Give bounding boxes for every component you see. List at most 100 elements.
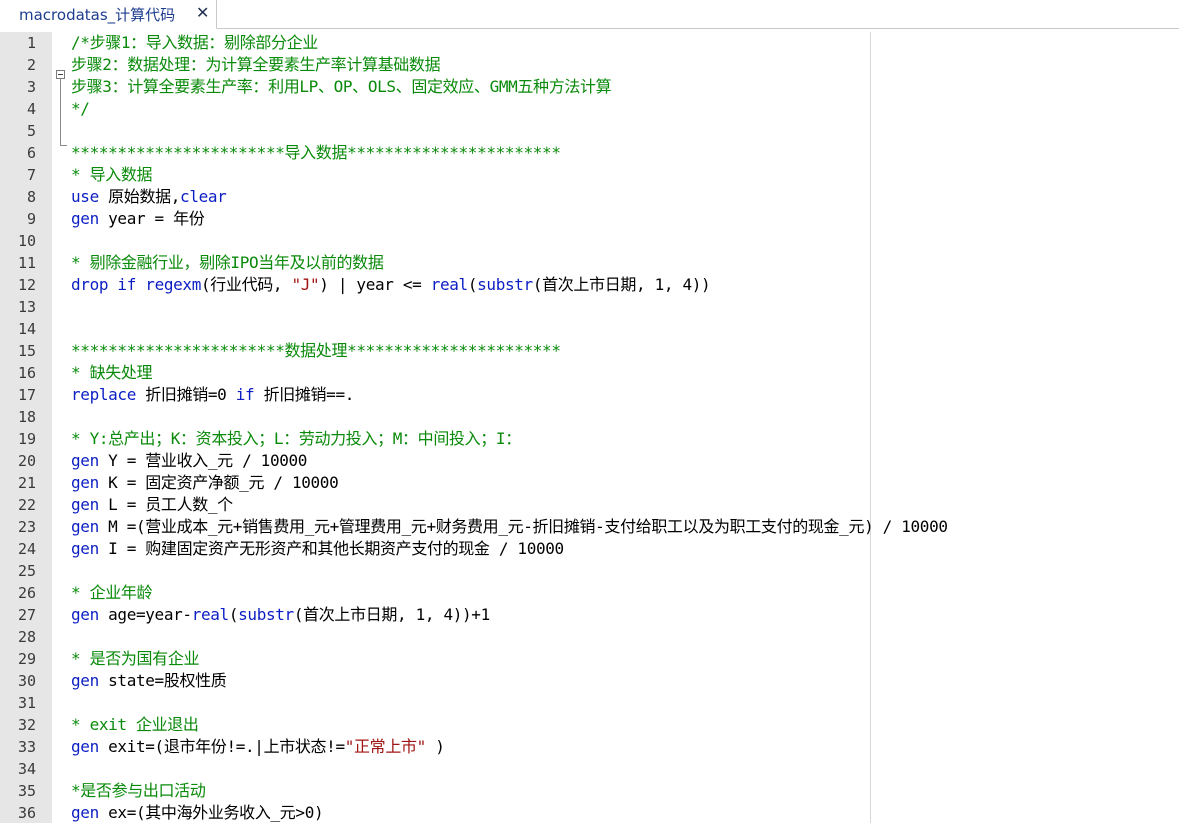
code-token-func: real [430, 275, 468, 294]
line-number: 28 [17, 628, 36, 646]
line-number: 26 [17, 584, 36, 602]
code-token-plain: I = 购建固定资产无形资产和其他长期资产支付的现金 / 10000 [98, 539, 564, 558]
code-line[interactable]: 16 * 缺失处理 [0, 362, 1179, 384]
code-line[interactable]: 29 * 是否为国有企业 [0, 648, 1179, 670]
code-line[interactable]: 22 gen L = 员工人数_个 [0, 494, 1179, 516]
code-line[interactable]: 8 use 原始数据,clear [0, 186, 1179, 208]
code-line[interactable]: 7 * 导入数据 [0, 164, 1179, 186]
code-line[interactable]: 11 * 剔除金融行业，剔除IPO当年及以前的数据 [0, 252, 1179, 274]
code-line[interactable]: 5 [0, 120, 1179, 142]
code-token-plain: age=year- [98, 605, 192, 624]
code-line[interactable]: 20 gen Y = 营业收入_元 / 10000 [0, 450, 1179, 472]
code-text[interactable]: *是否参与出口活动 [71, 782, 206, 800]
code-line[interactable]: 2 步骤2：数据处理：为计算全要素生产率计算基础数据 [0, 54, 1179, 76]
code-text[interactable]: gen Y = 营业收入_元 / 10000 [71, 452, 307, 470]
code-line[interactable]: 34 [0, 758, 1179, 780]
code-editor[interactable]: 1 /*步骤1：导入数据：剔除部分企业 2 步骤2：数据处理：为计算全要素生产率计算基… [0, 32, 1179, 823]
code-token-plain: year = 年份 [98, 209, 205, 228]
code-line[interactable]: 13 [0, 296, 1179, 318]
code-text[interactable]: ***********************数据处理*************… [71, 342, 561, 360]
code-line[interactable]: 12 drop if regexm(行业代码, "J") | year <= re… [0, 274, 1179, 296]
code-text[interactable]: 步骤2：数据处理：为计算全要素生产率计算基础数据 [71, 56, 441, 74]
code-text[interactable]: * 导入数据 [71, 166, 153, 184]
code-token-plain: 折旧摊销==. [254, 385, 355, 404]
tab-title[interactable]: macrodatas_计算代码 [19, 4, 175, 25]
code-token-plain: exit=(退市年份!=.|上市状态!= [98, 737, 345, 756]
line-number: 31 [17, 694, 36, 712]
code-text[interactable]: gen L = 员工人数_个 [71, 496, 233, 514]
code-line[interactable]: 19 * Y:总产出；K：资本投入；L：劳动力投入；M：中间投入；I： [0, 428, 1179, 450]
code-line[interactable]: 26 * 企业年龄 [0, 582, 1179, 604]
code-text[interactable]: use 原始数据,clear [71, 187, 227, 206]
code-text[interactable]: * 是否为国有企业 [71, 650, 199, 668]
line-number: 6 [26, 144, 36, 162]
code-token-comment: 步骤3：计算全要素生产率：利用LP、OP、OLS、固定效应、GMM五种方法计算 [71, 77, 612, 96]
code-line[interactable]: 35 *是否参与出口活动 [0, 780, 1179, 802]
code-token-plain: L = 员工人数_个 [98, 495, 233, 514]
code-token-comment: * exit 企业退出 [71, 715, 199, 734]
code-text[interactable]: 步骤3：计算全要素生产率：利用LP、OP、OLS、固定效应、GMM五种方法计算 [71, 77, 612, 96]
code-line[interactable]: 28 [0, 626, 1179, 648]
line-number: 4 [26, 100, 36, 118]
code-text[interactable]: gen exit=(退市年份!=.|上市状态!="正常上市" ) [71, 738, 445, 756]
code-line[interactable]: 1 /*步骤1：导入数据：剔除部分企业 [0, 32, 1179, 54]
code-line[interactable]: 4 */ [0, 98, 1179, 120]
code-text[interactable]: * Y:总产出；K：资本投入；L：劳动力投入；M：中间投入；I： [71, 430, 521, 448]
line-number: 1 [26, 34, 36, 52]
code-line[interactable]: 23 gen M =(营业成本_元+销售费用_元+管理费用_元+财务费用_元-折旧… [0, 516, 1179, 538]
line-number: 23 [17, 518, 36, 536]
code-text[interactable]: * 企业年龄 [71, 584, 153, 602]
code-line[interactable]: 36 gen ex=(其中海外业务收入_元>0) [0, 802, 1179, 823]
code-line[interactable]: 33 gen exit=(退市年份!=.|上市状态!="正常上市" ) [0, 736, 1179, 758]
code-token-keyword: gen [71, 605, 99, 624]
code-line[interactable]: 14 [0, 318, 1179, 340]
code-text[interactable]: ***********************导入数据*************… [71, 144, 561, 162]
line-number: 36 [17, 804, 36, 822]
code-token-comment: * 是否为国有企业 [71, 649, 200, 668]
code-line[interactable]: 24 gen I = 购建固定资产无形资产和其他长期资产支付的现金 / 10000 [0, 538, 1179, 560]
line-number: 10 [17, 232, 36, 250]
code-text[interactable]: replace 折旧摊销=0 if 折旧摊销==. [71, 386, 354, 404]
code-text[interactable]: * 剔除金融行业，剔除IPO当年及以前的数据 [71, 254, 384, 272]
code-token-plain: ( [467, 275, 478, 294]
code-token-plain: 折旧摊销=0 [135, 385, 236, 404]
code-line[interactable]: 3 步骤3：计算全要素生产率：利用LP、OP、OLS、固定效应、GMM五种方法计算 [0, 76, 1179, 98]
code-line[interactable]: 25 [0, 560, 1179, 582]
line-number: 13 [17, 298, 36, 316]
code-line[interactable]: 21 gen K = 固定资产净额_元 / 10000 [0, 472, 1179, 494]
code-text[interactable]: gen year = 年份 [71, 209, 205, 228]
close-icon[interactable]: ✕ [196, 3, 209, 22]
code-text[interactable]: * exit 企业退出 [71, 716, 199, 734]
code-text[interactable]: gen age=year-real(substr(首次上市日期, 1, 4))+… [71, 606, 490, 624]
code-line[interactable]: 27 gen age=year-real(substr(首次上市日期, 1, 4)… [0, 604, 1179, 626]
code-token-keyword: clear [180, 187, 227, 206]
line-number: 8 [26, 188, 36, 206]
line-number: 33 [17, 738, 36, 756]
code-token-plain: ) | year <= [319, 275, 431, 294]
tab-macrodatas[interactable]: macrodatas_计算代码 ✕ [0, 0, 217, 29]
code-line[interactable]: 32 * exit 企业退出 [0, 714, 1179, 736]
code-line[interactable]: 10 [0, 230, 1179, 252]
code-text[interactable]: /*步骤1：导入数据：剔除部分企业 [71, 34, 318, 52]
code-text[interactable]: gen M =(营业成本_元+销售费用_元+管理费用_元+财务费用_元-折旧摊销… [71, 518, 948, 536]
line-number: 15 [17, 342, 36, 360]
code-token-keyword: use [71, 187, 99, 206]
code-line[interactable]: 15 ***********************数据处理***********… [0, 340, 1179, 362]
code-token-plain: (首次上市日期, 1, 4))+1 [293, 605, 490, 624]
code-token-comment: /*步骤1：导入数据：剔除部分企业 [71, 33, 318, 52]
code-token-keyword: gen [71, 209, 99, 228]
code-token-keyword: if [235, 385, 255, 404]
code-text[interactable]: */ [71, 100, 90, 118]
code-line[interactable]: 18 [0, 406, 1179, 428]
code-line[interactable]: 30 gen state=股权性质 [0, 670, 1179, 692]
code-text[interactable]: gen I = 购建固定资产无形资产和其他长期资产支付的现金 / 10000 [71, 540, 564, 558]
code-text[interactable]: gen K = 固定资产净额_元 / 10000 [71, 474, 339, 492]
code-text[interactable]: * 缺失处理 [71, 364, 153, 382]
code-line[interactable]: 9 gen year = 年份 [0, 208, 1179, 230]
code-line[interactable]: 31 [0, 692, 1179, 714]
code-text[interactable]: drop if regexm(行业代码, "J") | year <= real… [71, 275, 711, 294]
code-text[interactable]: gen ex=(其中海外业务收入_元>0) [71, 804, 324, 822]
code-text[interactable]: gen state=股权性质 [71, 672, 227, 690]
code-line[interactable]: 6 ***********************导入数据************… [0, 142, 1179, 164]
code-line[interactable]: 17 replace 折旧摊销=0 if 折旧摊销==. [0, 384, 1179, 406]
